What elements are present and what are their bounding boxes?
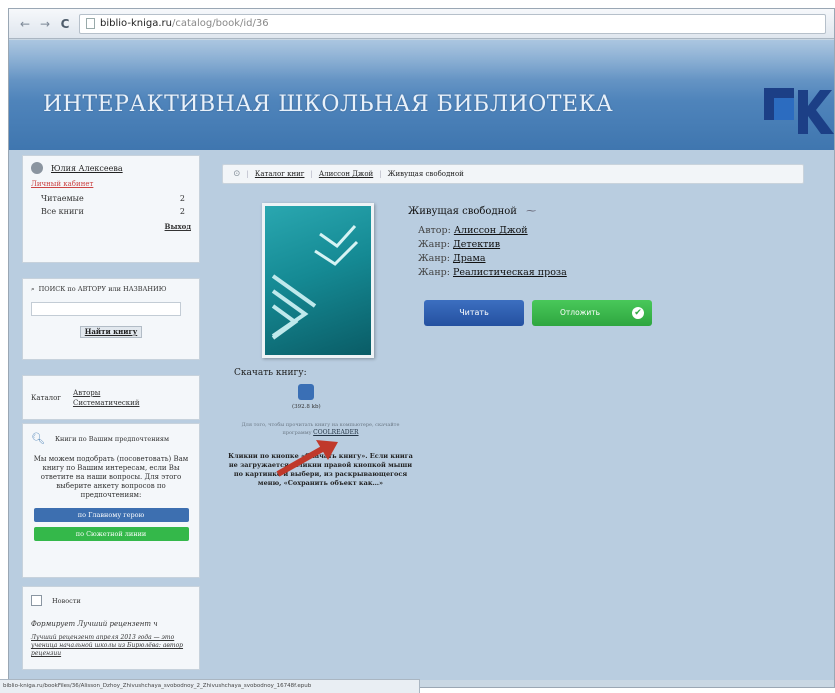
catalog-link-authors[interactable]: Авторы — [73, 388, 140, 398]
author-label: Автор: — [418, 225, 451, 236]
cover-art-icon — [271, 224, 359, 340]
user-avatar — [31, 162, 43, 174]
stat-all: Все книги 2 — [31, 207, 191, 216]
news-checkbox[interactable] — [31, 595, 42, 606]
user-panel: Юлия Алексеева Личный кабинет Читаемые 2… — [22, 155, 200, 263]
reload-icon[interactable]: C — [59, 17, 71, 31]
catalog-label: Каталог — [31, 393, 61, 402]
plot-quiz-button[interactable]: по Сюжетной линии — [33, 527, 189, 541]
cabinet-link[interactable]: Личный кабинет — [31, 180, 191, 188]
logout-link[interactable]: Выход — [31, 222, 191, 231]
red-arrow-icon — [276, 440, 338, 477]
defer-button[interactable]: Отложить ✔ — [532, 300, 652, 326]
page-icon — [86, 18, 95, 29]
stat-label: Читаемые — [41, 194, 84, 203]
coolreader-link[interactable]: COOLREADER — [313, 429, 358, 436]
title-swoosh-icon: ⁓ — [526, 206, 537, 217]
genre-label: Жанр: — [418, 267, 450, 278]
site-title: ИНТЕРАКТИВНАЯ ШКОЛЬНАЯ БИБЛИОТЕКА — [43, 92, 614, 117]
breadcrumb: ⊙ | Каталог книг | Алиссон Джой | Живуща… — [222, 164, 804, 184]
read-button[interactable]: Читать — [424, 300, 524, 326]
news-link[interactable]: Лучший рецензент апреля 2013 года — это … — [31, 634, 191, 658]
status-bar: biblio-kniga.ru/bookFiles/36/Alisson_Dzh… — [0, 679, 420, 693]
forward-icon[interactable]: → — [39, 17, 51, 31]
catalog-panel: Каталог Авторы Систематический — [22, 375, 200, 420]
user-name-link[interactable]: Юлия Алексеева — [51, 164, 123, 173]
home-icon[interactable]: ⊙ — [233, 169, 241, 179]
back-icon[interactable]: ← — [19, 17, 31, 31]
news-heading: Новости — [52, 596, 81, 605]
genre-link[interactable]: Детектив — [453, 239, 500, 250]
search-title: ПОИСК по АВТОРУ или НАЗВАНИЮ — [38, 285, 167, 293]
genre-label: Жанр: — [418, 253, 450, 264]
magnifier-icon: 🔍︎ — [31, 432, 45, 445]
stat-value: 2 — [179, 207, 185, 216]
download-note: Для того, чтобы прочитать книгу на компь… — [228, 422, 413, 437]
browser-toolbar: ← → C biblio-kniga.ru /catalog/book/id/3… — [9, 9, 834, 39]
search-panel: ⌕ ПОИСК по АВТОРУ или НАЗВАНИЮ Найти кни… — [22, 278, 200, 360]
breadcrumb-separator: | — [379, 170, 382, 178]
book-title: Живущая свободной ⁓ — [408, 206, 536, 217]
news-title: Формирует Лучший рецензент ч — [31, 620, 158, 628]
check-icon: ✔ — [632, 307, 644, 319]
breadcrumb-current: Живущая свободной — [387, 170, 464, 178]
breadcrumb-separator: | — [310, 170, 313, 178]
preferences-panel: 🔍︎ Книги по Вашим предпочтениям Мы можем… — [22, 423, 200, 578]
genre-label: Жанр: — [418, 239, 450, 250]
search-input[interactable] — [31, 302, 181, 316]
site-header: ИНТЕРАКТИВНАЯ ШКОЛЬНАЯ БИБЛИОТЕКА — [9, 40, 834, 150]
preferences-title: Книги по Вашим предпочтениям — [54, 434, 170, 443]
news-panel: Новости Формирует Лучший рецензент ч Луч… — [22, 586, 200, 670]
url-path: /catalog/book/id/36 — [171, 18, 269, 29]
logo-icon[interactable] — [754, 80, 834, 140]
stat-reading: Читаемые 2 — [31, 194, 191, 203]
search-icon: ⌕ — [31, 285, 35, 293]
breadcrumb-separator: | — [246, 170, 249, 178]
book-meta: Автор: Алиссон Джой Жанр: Детектив Жанр:… — [418, 224, 567, 280]
stat-value: 2 — [179, 194, 185, 203]
preferences-text: Мы можем подобрать (посоветовать) Вам кн… — [33, 455, 189, 499]
download-file-icon[interactable] — [298, 384, 314, 400]
genre-link[interactable]: Драма — [453, 253, 486, 264]
url-host: biblio-kniga.ru — [100, 18, 172, 29]
hero-quiz-button[interactable]: по Главному герою — [33, 508, 189, 522]
catalog-link-systematic[interactable]: Систематический — [73, 398, 140, 408]
book-title-text: Живущая свободной — [408, 206, 517, 217]
breadcrumb-catalog[interactable]: Каталог книг — [255, 170, 305, 178]
breadcrumb-author[interactable]: Алиссон Джой — [319, 170, 373, 178]
download-title: Скачать книгу: — [234, 368, 307, 378]
defer-button-label: Отложить — [560, 308, 601, 317]
find-book-button[interactable]: Найти книгу — [80, 326, 142, 338]
address-bar[interactable]: biblio-kniga.ru /catalog/book/id/36 — [79, 13, 826, 34]
author-link[interactable]: Алиссон Джой — [454, 225, 528, 236]
genre-link[interactable]: Реалистическая проза — [453, 267, 567, 278]
book-cover[interactable] — [262, 203, 374, 358]
stat-label: Все книги — [41, 207, 84, 216]
file-size: (392.8 kb) — [292, 404, 321, 410]
